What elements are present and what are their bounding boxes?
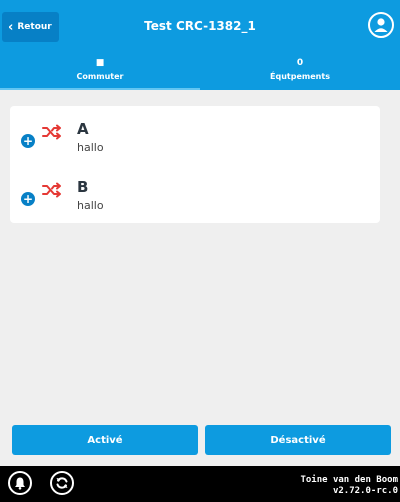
list-item[interactable]: + B hallo (10, 176, 380, 226)
notifications-button[interactable] (8, 471, 32, 495)
switch-icon: ■ (95, 58, 105, 68)
avatar-button[interactable] (368, 12, 394, 38)
user-info: Toine van den Boom v2.72.0-rc.0 (300, 475, 398, 497)
plus-circle-icon[interactable]: + (21, 192, 35, 206)
refresh-button[interactable] (50, 471, 74, 495)
footer-bar: Toine van den Boom v2.72.0-rc.0 (0, 466, 400, 502)
deactivate-button[interactable]: Désactivé (205, 425, 391, 455)
tab-count: 0 (296, 58, 304, 68)
item-title: B (77, 178, 89, 196)
bell-icon (15, 477, 25, 490)
tab-label: Commuter (76, 72, 124, 81)
switch-list-card: + A hallo + B hallo (10, 106, 380, 223)
tab-equipements[interactable]: 0 Équtpements (200, 52, 400, 90)
tab-bar: ■ Commuter 0 Équtpements (0, 52, 400, 90)
item-title: A (77, 120, 89, 138)
app-version: v2.72.0-rc.0 (332, 486, 398, 496)
shuffle-icon (42, 124, 61, 140)
item-subtitle: hallo (77, 141, 104, 154)
activate-button[interactable]: Activé (12, 425, 198, 455)
list-item[interactable]: + A hallo (10, 118, 380, 168)
user-icon (374, 18, 388, 32)
user-name: Toine van den Boom (300, 475, 398, 485)
page-title: Test CRC-1382_1 (144, 19, 256, 33)
tab-label: Équtpements (270, 72, 330, 81)
tab-commuter[interactable]: ■ Commuter (0, 52, 200, 90)
item-subtitle: hallo (77, 199, 104, 212)
plus-circle-icon[interactable]: + (21, 134, 35, 148)
app-header: ‹ Retour Test CRC-1382_1 (0, 0, 400, 52)
refresh-icon (56, 477, 68, 489)
shuffle-icon (42, 182, 61, 198)
